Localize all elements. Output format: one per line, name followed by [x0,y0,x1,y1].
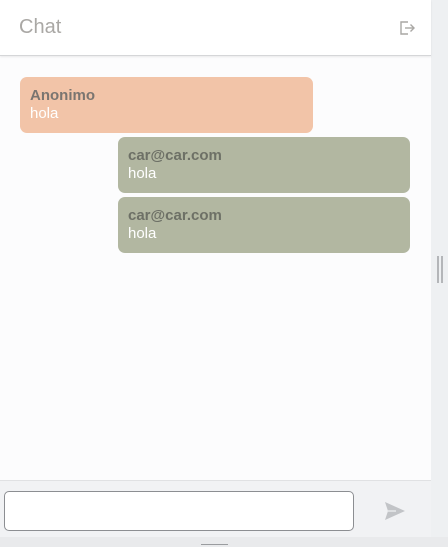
message-bubble: car@car.com hola [118,197,410,253]
message-list: Anonimo hola car@car.com hola car@car.co… [0,56,431,480]
send-icon [385,502,405,520]
chat-panel: Chat Anonimo hola car@car.com hola car@c… [0,0,431,547]
message-bubble: car@car.com hola [118,137,410,193]
send-button[interactable] [384,501,406,521]
message-sender: Anonimo [30,87,95,104]
message-composer [0,480,431,538]
chat-page: Chat Anonimo hola car@car.com hola car@c… [0,0,448,547]
message-text: hola [128,165,157,182]
page-title: Chat [19,16,62,38]
logout-button[interactable] [398,19,416,37]
message-text: hola [128,225,157,242]
message-sender: car@car.com [128,207,222,224]
message-sender: car@car.com [128,147,222,164]
resize-handle[interactable] [437,256,443,283]
logout-icon [400,21,415,35]
chat-header: Chat [0,0,431,56]
message-input[interactable] [4,491,354,531]
message-text: hola [30,105,59,122]
message-bubble: Anonimo hola [20,77,313,133]
